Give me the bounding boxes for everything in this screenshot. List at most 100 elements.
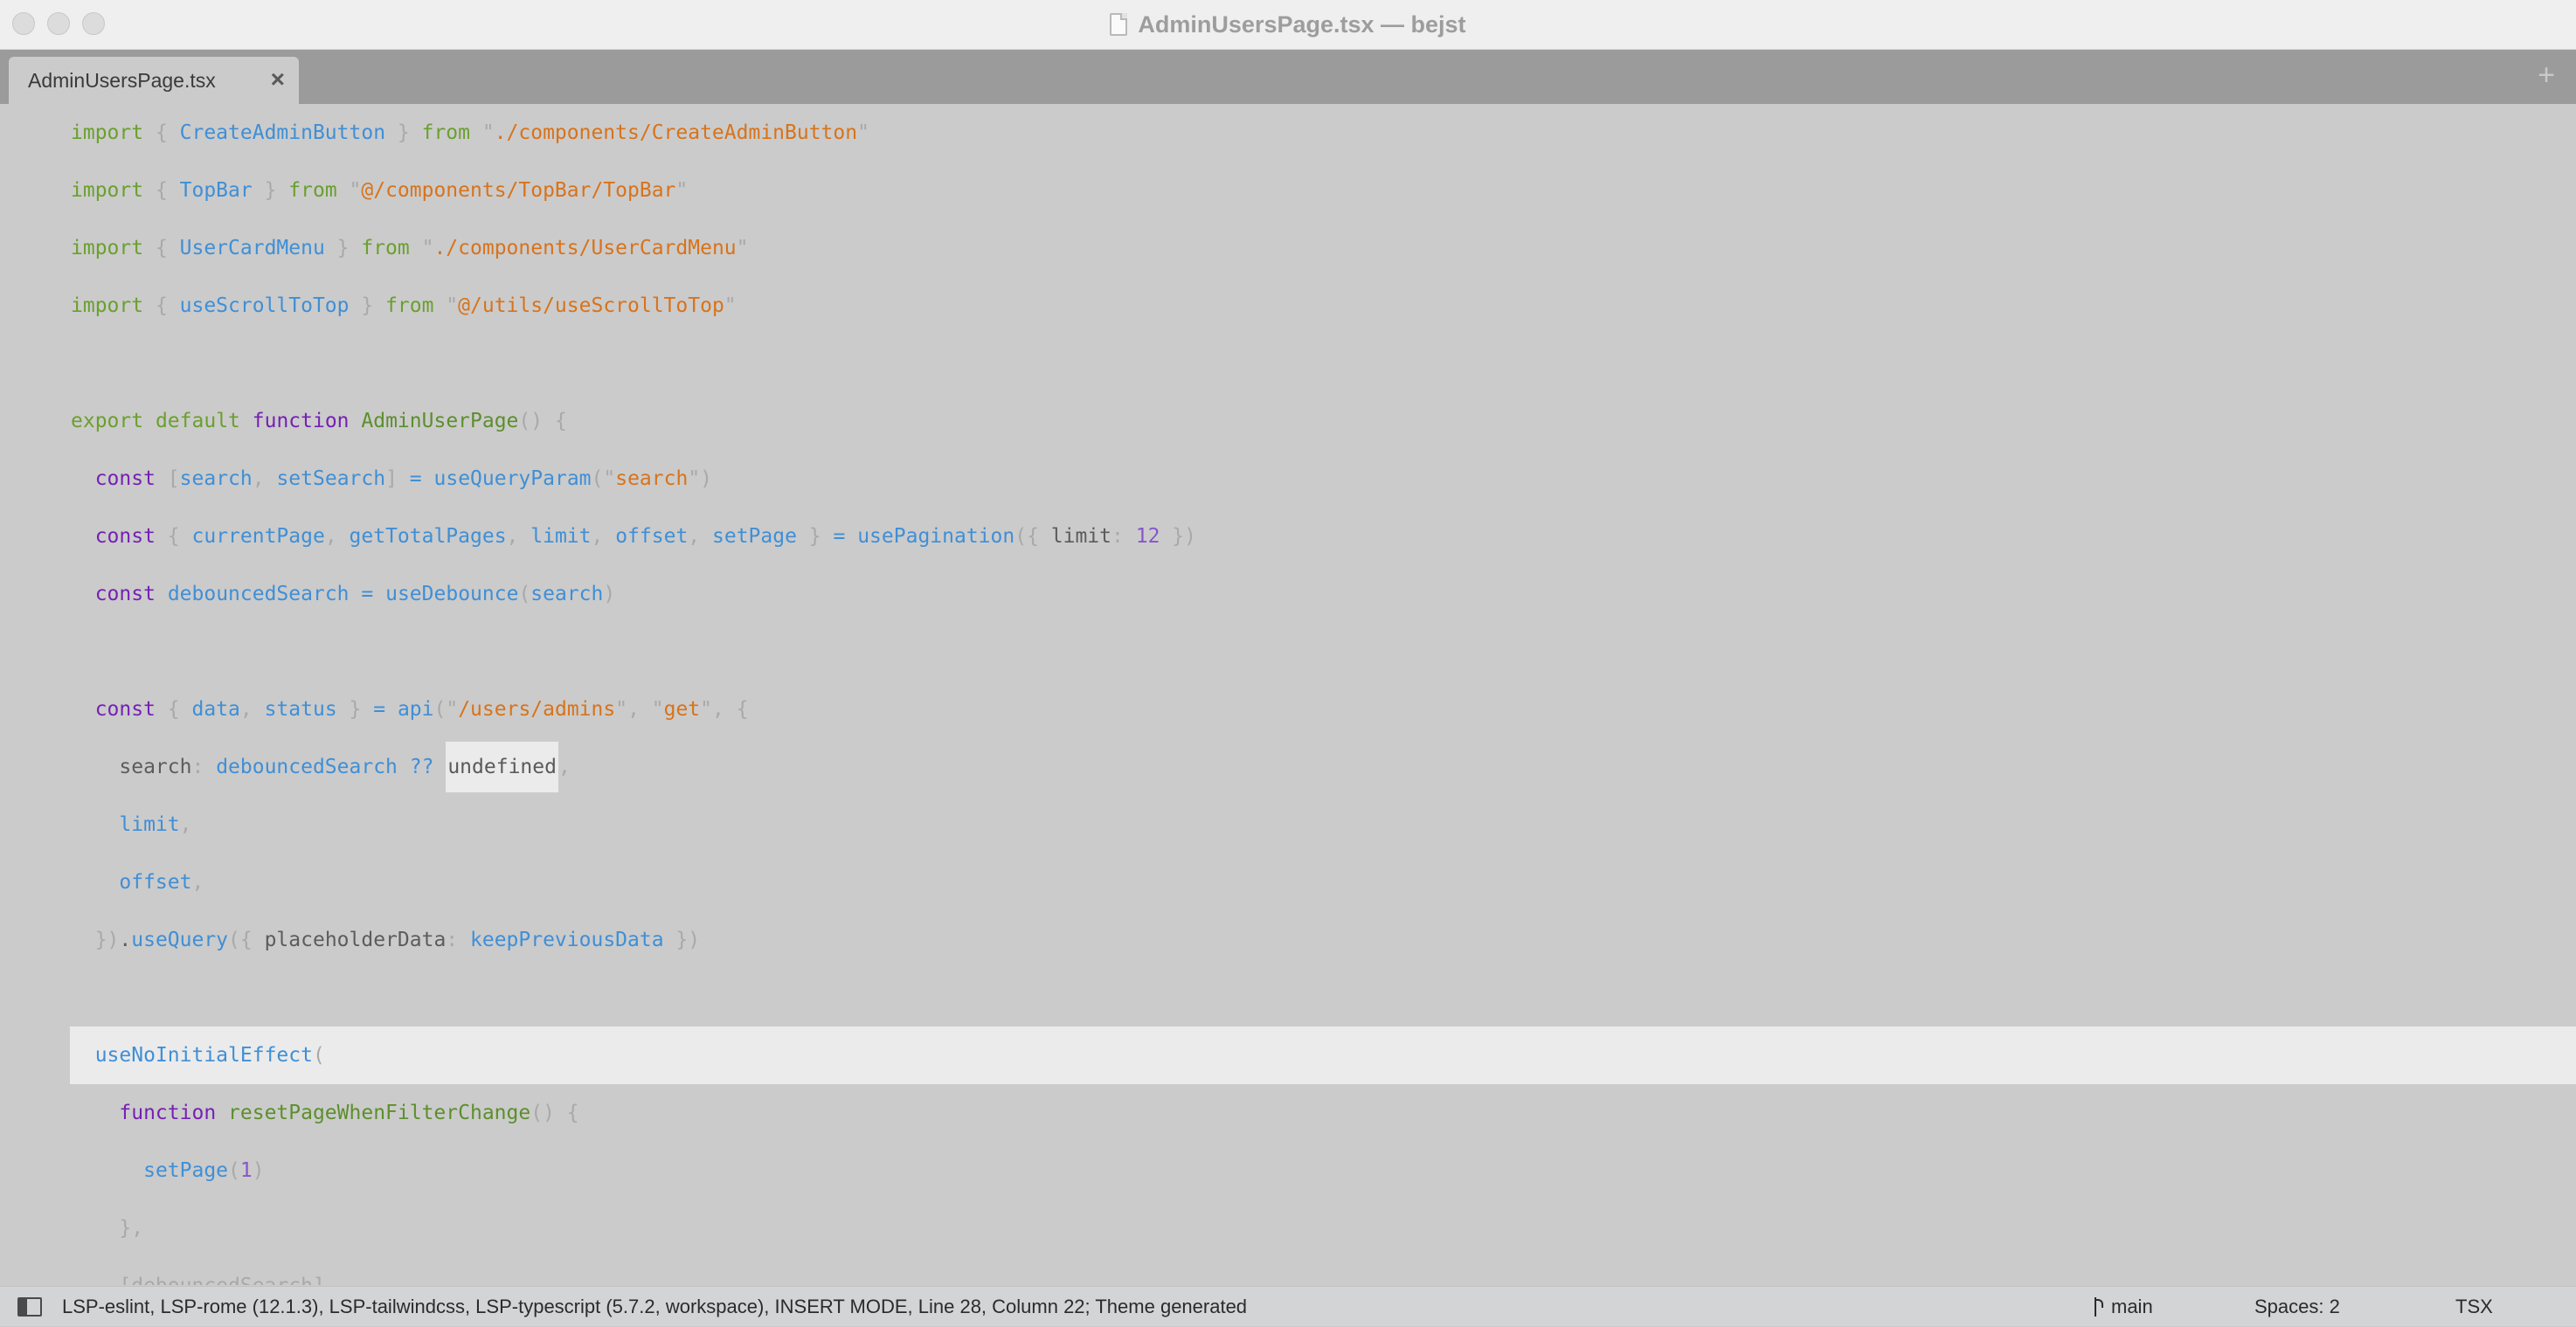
code-token: }) xyxy=(663,929,701,951)
code-line-text: search: debouncedSearch ?? undefined, xyxy=(71,742,571,792)
code-token: get xyxy=(663,698,701,721)
indentation-setting[interactable]: Spaces: 2 xyxy=(2254,1287,2340,1327)
code-line[interactable]: import { UserCardMenu } from "./componen… xyxy=(71,219,749,277)
code-line-text: [debouncedSearch], xyxy=(71,1275,336,1285)
code-token: ] xyxy=(385,467,410,490)
tab-label: AdminUsersPage.tsx xyxy=(28,68,216,92)
code-token: ./components/CreateAdminButton xyxy=(494,121,858,144)
code-token: CreateAdminButton xyxy=(179,121,386,144)
code-token: ?? xyxy=(409,756,434,778)
code-line[interactable]: import { useScrollToTop } from "@/utils/… xyxy=(71,277,737,335)
code-line[interactable]: const { currentPage, getTotalPages, limi… xyxy=(71,508,1196,565)
sidebar-toggle-icon[interactable] xyxy=(17,1297,42,1317)
code-token: import xyxy=(71,179,144,202)
code-token: debouncedSearch xyxy=(167,583,350,605)
code-token: function xyxy=(252,410,350,432)
code-line[interactable]: }, xyxy=(71,1199,143,1257)
code-token: = xyxy=(361,583,374,605)
code-line-text: }).useQuery({ placeholderData: keepPrevi… xyxy=(71,929,700,951)
code-token: data xyxy=(191,698,240,721)
code-line[interactable]: import { CreateAdminButton } from "./com… xyxy=(71,104,869,162)
code-token: { xyxy=(155,525,192,548)
code-line-text: useNoInitialEffect( xyxy=(70,1044,325,1067)
code-token: UserCardMenu xyxy=(179,237,325,259)
code-token: ", " xyxy=(615,698,664,721)
code-token: . xyxy=(119,929,132,951)
code-token: TopBar xyxy=(179,179,253,202)
code-line[interactable]: const [search, setSearch] = useQueryPara… xyxy=(71,450,712,508)
code-line-text: import { TopBar } from "@/components/Top… xyxy=(71,179,688,202)
code-token: ) xyxy=(603,583,616,605)
code-line[interactable]: }).useQuery({ placeholderData: keepPrevi… xyxy=(71,911,700,969)
code-token: const xyxy=(94,698,156,721)
tab-adminuserspage[interactable]: AdminUsersPage.tsx × xyxy=(9,57,299,104)
code-token: , xyxy=(239,698,265,721)
code-token: }) xyxy=(71,929,120,951)
code-token: @/components/TopBar/TopBar xyxy=(361,179,676,202)
code-token: } xyxy=(252,179,289,202)
code-token: " xyxy=(409,237,434,259)
git-branch-icon xyxy=(2092,1297,2104,1317)
plus-icon[interactable]: + xyxy=(2538,60,2555,90)
code-token: api xyxy=(397,698,434,721)
code-line[interactable]: useNoInitialEffect( xyxy=(70,1026,2576,1084)
close-icon[interactable]: × xyxy=(271,67,285,92)
code-line[interactable]: const debouncedSearch = useDebounce(sear… xyxy=(71,565,616,623)
code-token: from xyxy=(288,179,337,202)
code-token: useScrollToTop xyxy=(179,294,350,317)
code-editor[interactable]: import { CreateAdminButton } from "./com… xyxy=(0,104,2576,1285)
code-token: " xyxy=(433,294,459,317)
code-token: " xyxy=(724,294,737,317)
status-bar: LSP-eslint, LSP-rome (12.1.3), LSP-tailw… xyxy=(0,1286,2576,1326)
git-branch-indicator[interactable]: main xyxy=(2092,1287,2153,1327)
code-line[interactable]: const { data, status } = api("/users/adm… xyxy=(71,681,749,738)
code-token: ( xyxy=(312,1044,325,1067)
code-token: , xyxy=(591,525,616,548)
code-token: " xyxy=(675,179,689,202)
code-line-text: function resetPageWhenFilterChange() { xyxy=(71,1102,578,1124)
code-token: import xyxy=(71,294,144,317)
code-token: ({ xyxy=(1014,525,1051,548)
code-token: }) xyxy=(1160,525,1196,548)
code-line-text: const { currentPage, getTotalPages, limi… xyxy=(71,525,1196,548)
code-line[interactable]: function resetPageWhenFilterChange() { xyxy=(71,1084,578,1142)
code-line-text: import { UserCardMenu } from "./componen… xyxy=(71,237,749,259)
code-token: export xyxy=(71,410,144,432)
code-token: limit xyxy=(119,813,180,836)
code-line[interactable]: offset, xyxy=(71,854,204,911)
code-token: ./components/UserCardMenu xyxy=(433,237,737,259)
code-token: }, xyxy=(71,1217,144,1240)
code-line[interactable]: search: debouncedSearch ?? undefined, xyxy=(71,738,571,796)
code-token: placeholderData xyxy=(264,929,447,951)
code-token: setSearch xyxy=(276,467,386,490)
code-token: undefined xyxy=(446,742,558,792)
code-token: , xyxy=(191,871,204,894)
code-line[interactable]: setPage(1) xyxy=(71,1142,265,1199)
code-line[interactable]: limit, xyxy=(71,796,191,854)
code-line[interactable]: import { TopBar } from "@/components/Top… xyxy=(71,162,688,219)
code-line-text: const [search, setSearch] = useQueryPara… xyxy=(71,467,712,490)
code-line[interactable]: [debouncedSearch], xyxy=(71,1257,336,1285)
code-token: = xyxy=(833,525,846,548)
code-token: { xyxy=(143,294,180,317)
code-token: " xyxy=(857,121,869,144)
status-text: LSP-eslint, LSP-rome (12.1.3), LSP-tailw… xyxy=(62,1296,1248,1317)
code-token: , xyxy=(252,467,277,490)
code-line-text: setPage(1) xyxy=(71,1159,265,1182)
syntax-selector[interactable]: TSX xyxy=(2455,1287,2493,1327)
code-token: (" xyxy=(433,698,459,721)
code-token: useQuery xyxy=(131,929,229,951)
code-line[interactable]: export default function AdminUserPage() … xyxy=(71,392,567,450)
code-token: useNoInitialEffect xyxy=(94,1044,313,1067)
code-token: } xyxy=(324,237,362,259)
